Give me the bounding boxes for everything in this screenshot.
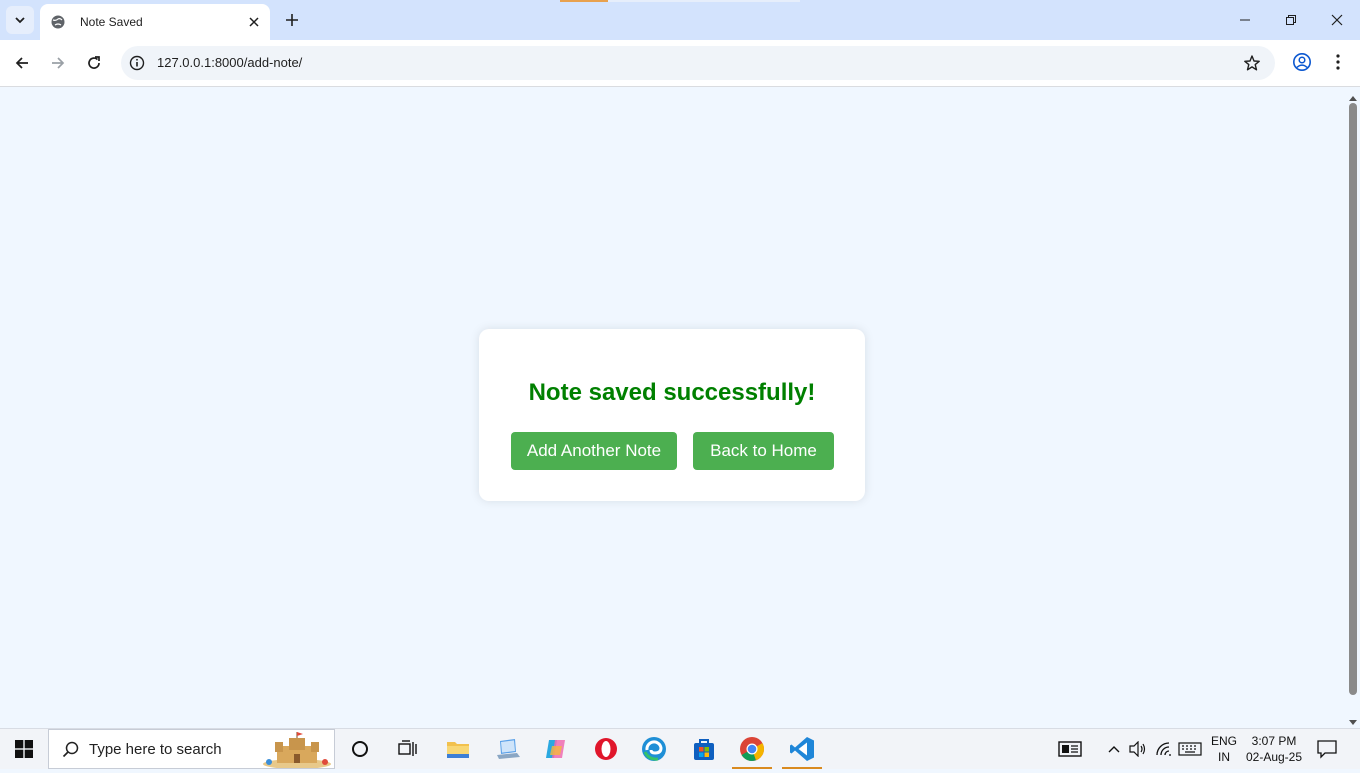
scroll-down-arrow-icon[interactable] bbox=[1348, 714, 1358, 725]
add-another-note-button[interactable]: Add Another Note bbox=[511, 432, 677, 470]
windows-taskbar: Type here to search ENG IN 3:07 PM 02-Au… bbox=[0, 728, 1360, 769]
task-view-icon[interactable] bbox=[384, 729, 432, 769]
search-placeholder: Type here to search bbox=[89, 741, 222, 758]
back-arrow-icon[interactable] bbox=[8, 49, 36, 77]
network-wifi-icon[interactable] bbox=[1154, 739, 1174, 759]
scroll-thumb[interactable] bbox=[1349, 103, 1357, 695]
vertical-scrollbar[interactable] bbox=[1345, 87, 1360, 728]
success-message: Note saved successfully! bbox=[528, 379, 816, 406]
tab-strip-accent bbox=[608, 0, 800, 2]
browser-tab[interactable]: Note Saved bbox=[40, 4, 270, 40]
clock-time: 3:07 PM bbox=[1251, 734, 1297, 748]
opera-browser-icon[interactable] bbox=[582, 729, 630, 769]
region-code: IN bbox=[1218, 750, 1230, 764]
reload-icon[interactable] bbox=[80, 49, 108, 77]
kebab-menu-icon[interactable] bbox=[1326, 50, 1350, 74]
microsoft-store-icon[interactable] bbox=[680, 729, 728, 769]
clock-date: 02-Aug-25 bbox=[1245, 750, 1303, 764]
copilot-icon[interactable] bbox=[532, 729, 580, 769]
news-widget-icon[interactable] bbox=[1058, 739, 1082, 759]
minimize-icon[interactable] bbox=[1222, 0, 1268, 40]
chrome-browser-icon[interactable] bbox=[728, 729, 776, 769]
tab-strip: Note Saved bbox=[0, 0, 1360, 40]
language-code: ENG bbox=[1210, 734, 1237, 748]
show-hidden-icons-chevron-up-icon[interactable] bbox=[1104, 739, 1124, 759]
forward-arrow-icon[interactable] bbox=[44, 49, 72, 77]
cortana-circle-icon[interactable] bbox=[336, 729, 384, 769]
globe-icon bbox=[50, 14, 66, 30]
file-explorer-folder-icon[interactable] bbox=[434, 729, 482, 769]
laptop-app-icon[interactable] bbox=[484, 729, 532, 769]
taskbar-search-box[interactable]: Type here to search bbox=[48, 729, 335, 769]
success-card: Note saved successfully! Add Another Not… bbox=[479, 329, 865, 501]
back-to-home-button[interactable]: Back to Home bbox=[693, 432, 834, 470]
tab-search-chevron-down-icon[interactable] bbox=[6, 6, 34, 34]
windows-start-icon[interactable] bbox=[0, 729, 48, 769]
language-indicator[interactable]: ENG IN bbox=[1208, 733, 1240, 765]
close-window-icon[interactable] bbox=[1314, 0, 1360, 40]
volume-speaker-icon[interactable] bbox=[1128, 739, 1148, 759]
site-info-icon[interactable] bbox=[129, 55, 145, 71]
bookmark-star-icon[interactable] bbox=[1243, 54, 1261, 72]
close-icon[interactable] bbox=[246, 14, 262, 30]
scroll-up-arrow-icon[interactable] bbox=[1348, 89, 1358, 101]
notification-center-icon[interactable] bbox=[1316, 739, 1338, 759]
edge-browser-icon[interactable] bbox=[630, 729, 678, 769]
vscode-icon[interactable] bbox=[778, 729, 826, 769]
page-viewport: Note saved successfully! Add Another Not… bbox=[0, 87, 1345, 728]
url-text[interactable]: 127.0.0.1:8000/add-note/ bbox=[157, 55, 302, 70]
system-clock[interactable]: 3:07 PM 02-Aug-25 bbox=[1240, 733, 1308, 765]
tab-strip-accent bbox=[560, 0, 608, 2]
profile-avatar-icon[interactable] bbox=[1290, 50, 1314, 74]
new-tab-plus-icon[interactable] bbox=[280, 8, 304, 32]
restore-icon[interactable] bbox=[1268, 0, 1314, 40]
browser-toolbar: 127.0.0.1:8000/add-note/ bbox=[0, 40, 1360, 87]
address-bar[interactable]: 127.0.0.1:8000/add-note/ bbox=[121, 46, 1275, 80]
touch-keyboard-icon[interactable] bbox=[1178, 739, 1202, 759]
sandcastle-doodle-icon bbox=[261, 732, 333, 769]
search-icon bbox=[61, 740, 81, 760]
tab-title: Note Saved bbox=[80, 15, 143, 29]
